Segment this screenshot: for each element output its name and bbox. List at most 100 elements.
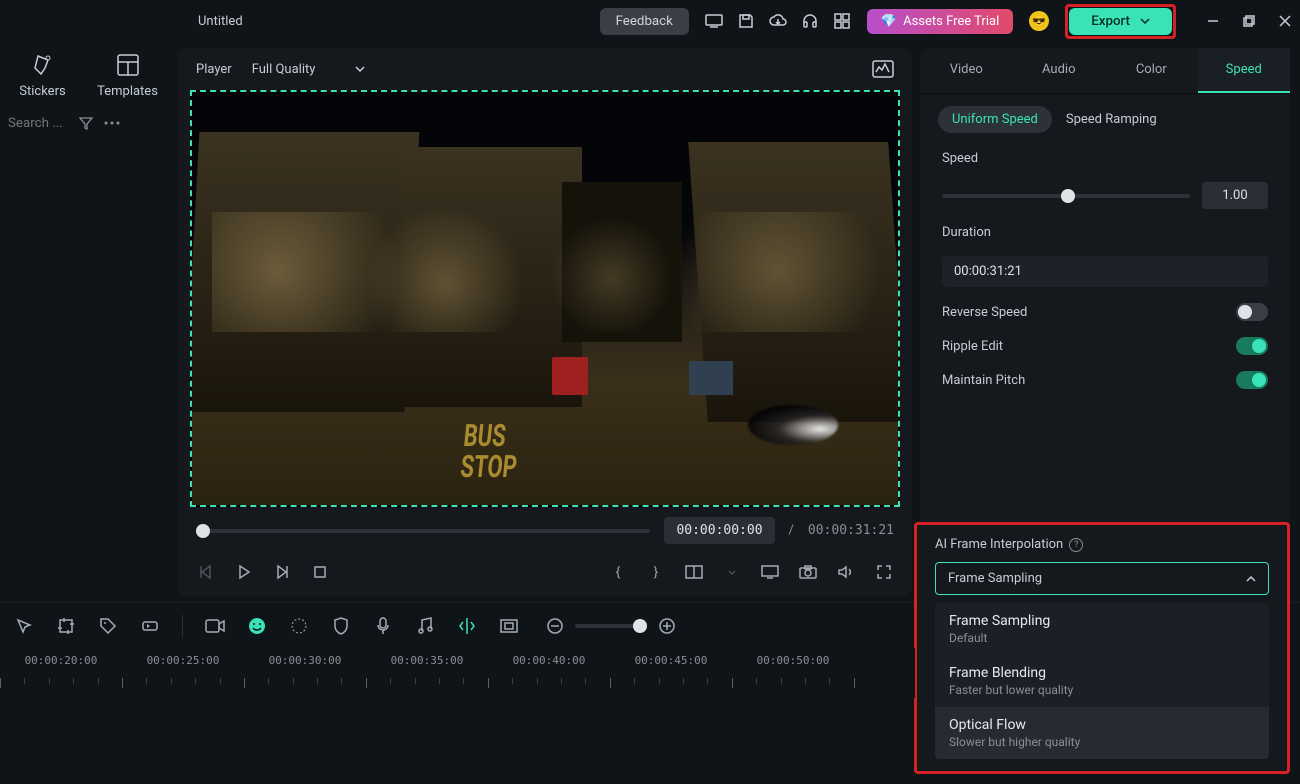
screen-icon[interactable] xyxy=(705,12,723,30)
preview-image: BUSSTOP xyxy=(192,92,898,505)
tag-icon[interactable] xyxy=(98,616,118,636)
dropdown-option-frame-sampling[interactable]: Frame Sampling Default xyxy=(935,603,1269,655)
tab-stickers-label: Stickers xyxy=(19,84,65,99)
shield-icon[interactable] xyxy=(331,616,351,636)
fullscreen-icon[interactable] xyxy=(874,562,894,582)
project-title: Untitled xyxy=(198,14,243,29)
preview-viewport[interactable]: BUSSTOP xyxy=(190,90,900,507)
timecode-current[interactable]: 00:00:00:00 xyxy=(664,517,774,544)
help-icon[interactable]: ? xyxy=(1069,538,1083,552)
quality-value: Full Quality xyxy=(252,62,316,77)
export-button[interactable]: Export xyxy=(1069,8,1172,35)
speed-value[interactable]: 1.00 xyxy=(1202,182,1268,209)
tab-templates-label: Templates xyxy=(97,84,158,99)
color-wheel-icon[interactable] xyxy=(289,616,309,636)
play-icon[interactable] xyxy=(234,562,254,582)
templates-icon xyxy=(115,52,141,78)
pointer-tool-icon[interactable] xyxy=(14,616,34,636)
stop-icon[interactable] xyxy=(310,562,330,582)
quality-select[interactable]: Full Quality xyxy=(252,62,366,77)
maximize-icon[interactable] xyxy=(1242,14,1256,28)
music-icon[interactable] xyxy=(415,616,435,636)
filter-icon[interactable] xyxy=(78,115,94,131)
dropdown-selected: Frame Sampling xyxy=(948,571,1042,586)
tab-templates[interactable]: Templates xyxy=(85,52,170,99)
chevron-up-icon xyxy=(1246,576,1256,582)
ruler-label: 00:00:45:00 xyxy=(610,654,732,667)
search-input[interactable] xyxy=(8,116,68,131)
dropdown-option-optical-flow[interactable]: Optical Flow Slower but higher quality xyxy=(935,707,1269,759)
ruler-label: 00:00:30:00 xyxy=(244,654,366,667)
timecode-sep: / xyxy=(789,523,794,538)
display-icon[interactable] xyxy=(760,562,780,582)
timeline-ruler[interactable]: 00:00:20:00 00:00:25:00 00:00:30:00 00:0… xyxy=(0,648,915,698)
tab-video[interactable]: Video xyxy=(920,48,1013,93)
ripple-edit-toggle[interactable] xyxy=(1236,337,1268,355)
maintain-pitch-label: Maintain Pitch xyxy=(942,373,1025,388)
close-icon[interactable] xyxy=(1278,14,1292,28)
feedback-button[interactable]: Feedback xyxy=(600,8,689,35)
crop-tool-icon[interactable] xyxy=(56,616,76,636)
step-forward-icon[interactable] xyxy=(272,562,292,582)
smiley-icon[interactable] xyxy=(247,616,267,636)
minimize-icon[interactable] xyxy=(1206,14,1220,28)
player-label: Player xyxy=(196,62,232,77)
diamond-icon: 💎 xyxy=(881,14,897,29)
frame-icon[interactable] xyxy=(499,616,519,636)
emoji-badge-icon[interactable]: 😎 xyxy=(1029,11,1049,31)
ripple-edit-label: Ripple Edit xyxy=(942,339,1003,354)
mark-in-icon[interactable]: { xyxy=(608,562,628,582)
scopes-icon[interactable] xyxy=(872,60,894,78)
stickers-icon xyxy=(30,52,56,78)
speed-slider[interactable] xyxy=(942,194,1190,198)
ruler-label: 00:00:25:00 xyxy=(122,654,244,667)
chevron-down-icon xyxy=(1140,18,1150,24)
tab-audio[interactable]: Audio xyxy=(1013,48,1106,93)
cloud-icon[interactable] xyxy=(769,12,787,30)
maintain-pitch-toggle[interactable] xyxy=(1236,371,1268,389)
ruler-label: 00:00:35:00 xyxy=(366,654,488,667)
ai-interpolation-label: AI Frame Interpolation xyxy=(935,537,1063,552)
subtab-uniform-speed[interactable]: Uniform Speed xyxy=(938,106,1052,133)
dropdown-list: Frame Sampling Default Frame Blending Fa… xyxy=(935,603,1269,759)
speed-label: Speed xyxy=(942,151,1268,166)
timecode-total: 00:00:31:21 xyxy=(808,523,894,538)
volume-icon[interactable] xyxy=(836,562,856,582)
chevron-down-icon[interactable] xyxy=(722,562,742,582)
step-back-icon[interactable] xyxy=(196,562,216,582)
tab-color[interactable]: Color xyxy=(1105,48,1198,93)
video-icon[interactable] xyxy=(205,616,225,636)
split-icon[interactable] xyxy=(457,616,477,636)
aspect-icon[interactable] xyxy=(684,562,704,582)
ruler-label: 00:00:40:00 xyxy=(488,654,610,667)
ruler-label: 00:00:20:00 xyxy=(0,654,122,667)
duration-label: Duration xyxy=(942,225,1268,240)
export-highlight: Export xyxy=(1065,4,1176,39)
more-icon[interactable] xyxy=(104,121,120,125)
ruler-label: 00:00:50:00 xyxy=(732,654,854,667)
ai-interpolation-dropdown[interactable]: Frame Sampling xyxy=(935,562,1269,595)
save-icon[interactable] xyxy=(737,12,755,30)
subtab-speed-ramping[interactable]: Speed Ramping xyxy=(1066,112,1157,127)
chevron-down-icon xyxy=(355,66,365,72)
zoom-slider[interactable] xyxy=(575,624,647,628)
export-label: Export xyxy=(1091,14,1130,29)
snapshot-icon[interactable] xyxy=(798,562,818,582)
dropdown-option-frame-blending[interactable]: Frame Blending Faster but lower quality xyxy=(935,655,1269,707)
zoom-out-icon[interactable] xyxy=(545,616,565,636)
assets-free-trial-button[interactable]: 💎 Assets Free Trial xyxy=(867,9,1013,34)
reverse-speed-toggle[interactable] xyxy=(1236,303,1268,321)
reverse-speed-label: Reverse Speed xyxy=(942,305,1027,320)
speed-tool-icon[interactable] xyxy=(140,616,160,636)
tab-stickers[interactable]: Stickers xyxy=(0,52,85,99)
ai-interpolation-highlight: AI Frame Interpolation ? Frame Sampling … xyxy=(914,522,1290,774)
mic-icon[interactable] xyxy=(373,616,393,636)
mark-out-icon[interactable]: } xyxy=(646,562,666,582)
headphones-icon[interactable] xyxy=(801,12,819,30)
grid-icon[interactable] xyxy=(833,12,851,30)
tab-speed[interactable]: Speed xyxy=(1198,48,1291,93)
assets-trial-label: Assets Free Trial xyxy=(903,14,999,29)
playhead-scrubber[interactable] xyxy=(196,529,650,533)
duration-input[interactable]: 00:00:31:21 xyxy=(942,256,1268,287)
zoom-in-icon[interactable] xyxy=(657,616,677,636)
